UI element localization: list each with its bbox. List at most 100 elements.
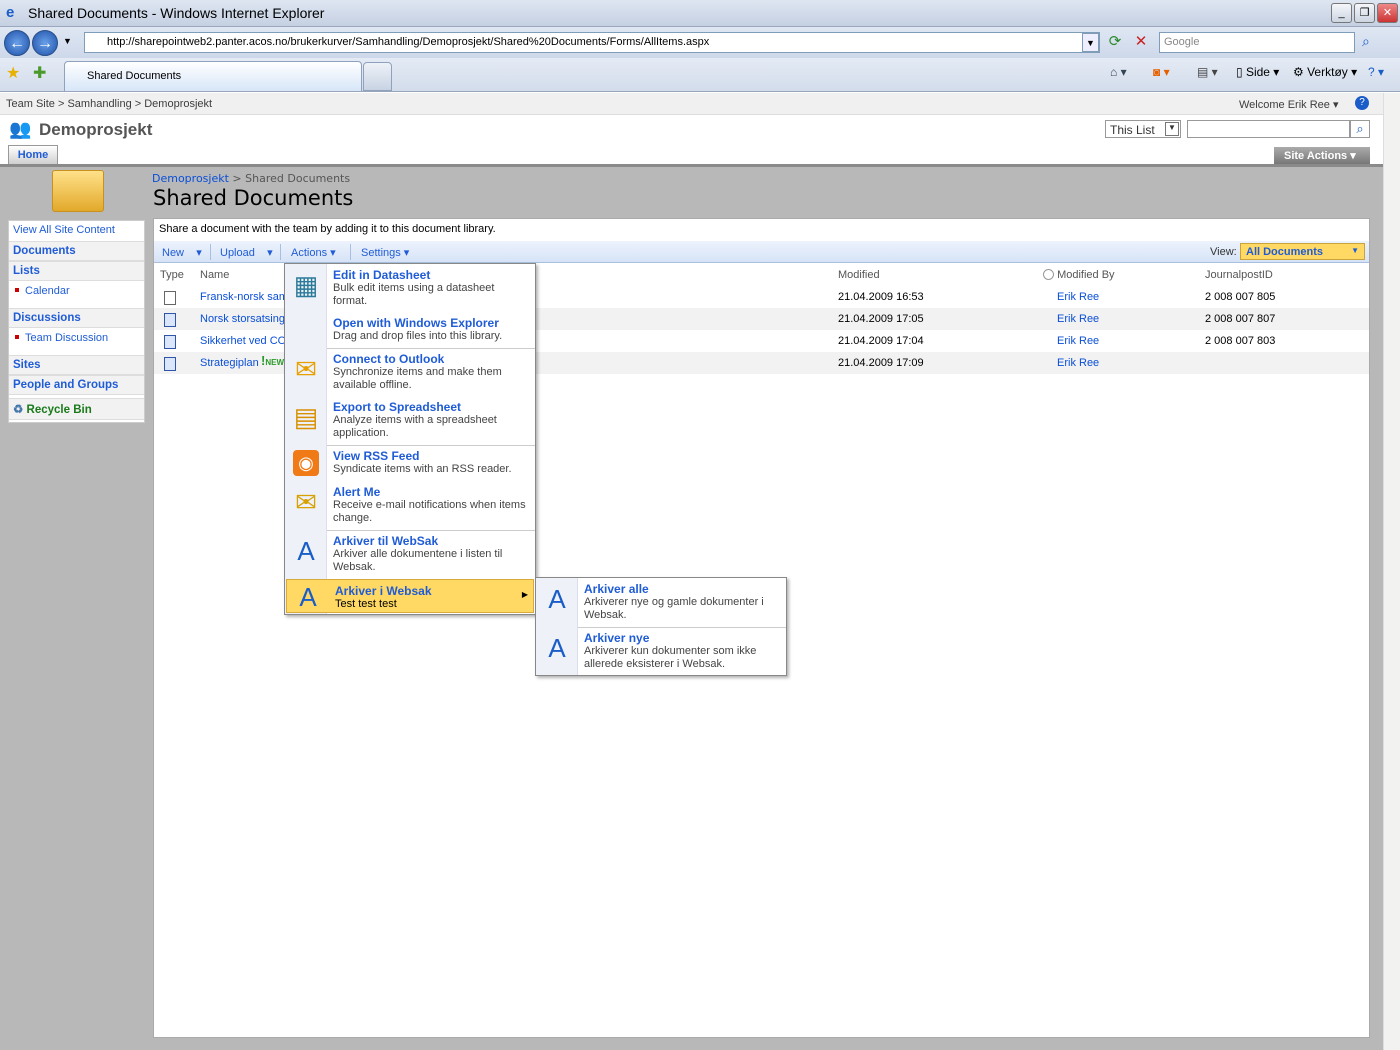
breadcrumb-samhandling[interactable]: Samhandling xyxy=(67,98,131,110)
websak-icon: A xyxy=(548,584,566,614)
ql-discussions[interactable]: Discussions xyxy=(9,308,144,328)
nav-tab-home[interactable]: Home xyxy=(8,145,58,165)
quick-launch: View All Site Content Documents Lists Ca… xyxy=(8,220,145,423)
page-breadcrumb: Demoprosjekt > Shared Documents xyxy=(152,172,351,185)
user-link[interactable]: Erik Ree xyxy=(1057,357,1099,369)
word-document-icon xyxy=(164,357,176,371)
word-document-icon xyxy=(164,335,176,349)
title-bar: e Shared Documents - Windows Internet Ex… xyxy=(0,0,1400,27)
search-icon[interactable]: ⌕ xyxy=(1362,33,1370,50)
user-link[interactable]: Erik Ree xyxy=(1057,313,1099,325)
modified-value: 21.04.2009 17:04 xyxy=(838,335,924,347)
journalpost-value: 2 008 007 807 xyxy=(1205,313,1276,325)
upload-menu[interactable]: Upload ▾ xyxy=(220,246,273,259)
document-link[interactable]: Strategiplan xyxy=(200,357,259,369)
journalpost-value: 2 008 007 803 xyxy=(1205,335,1276,347)
col-name[interactable]: Name xyxy=(200,269,229,281)
site-title: Demoprosjekt xyxy=(39,120,153,139)
ql-documents[interactable]: Documents xyxy=(9,241,144,261)
ql-team-discussion[interactable]: Team Discussion xyxy=(13,332,108,344)
add-favorite-icon[interactable]: ✚ xyxy=(33,63,46,83)
ie-icon: e xyxy=(6,4,15,21)
col-modified[interactable]: Modified xyxy=(838,269,880,281)
outlook-icon: ✉ xyxy=(295,354,317,384)
ql-people-and-groups[interactable]: People and Groups xyxy=(9,375,144,395)
ql-recycle-bin[interactable]: ♻ Recycle Bin xyxy=(9,398,144,420)
new-tab-button[interactable] xyxy=(363,62,392,91)
modified-value: 21.04.2009 17:09 xyxy=(838,357,924,369)
site-actions-button[interactable]: Site Actions ▾ xyxy=(1274,147,1370,164)
history-dropdown-icon[interactable]: ▼ xyxy=(63,36,72,46)
browser-tab[interactable]: Shared Documents xyxy=(64,61,362,91)
settings-menu[interactable]: Settings ▾ xyxy=(361,246,409,259)
rss-icon: ◉ xyxy=(293,450,319,476)
submenu-arrow-icon: ▶ xyxy=(521,590,528,599)
breadcrumb-demoprosjekt: Demoprosjekt xyxy=(144,98,213,110)
websak-icon: A xyxy=(299,582,317,612)
refresh-icon[interactable]: ⟳ xyxy=(1104,32,1126,53)
print-icon[interactable]: ▤ ▾ xyxy=(1197,65,1218,79)
rss-feed-icon[interactable]: ◙ ▾ xyxy=(1153,65,1170,79)
global-breadcrumb: Team Site > Samhandling > Demoprosjekt xyxy=(6,98,213,110)
search-input[interactable]: Google xyxy=(1159,32,1355,53)
site-search-button[interactable]: ⌕ xyxy=(1350,120,1370,138)
favorites-star-icon[interactable]: ★ xyxy=(6,63,20,83)
breadcrumb-demoprosjekt-link[interactable]: Demoprosjekt xyxy=(152,172,229,185)
welcome-menu[interactable]: Welcome Erik Ree ▾ xyxy=(1239,98,1338,111)
menu-edit-in-datasheet[interactable]: ▦ Edit in Datasheet Bulk edit items using … xyxy=(285,264,535,312)
back-button[interactable]: ← xyxy=(4,30,30,56)
document-link[interactable]: Fransk-norsk sam xyxy=(200,291,288,303)
menu-arkiver-alle[interactable]: A Arkiver alle Arkiverer nye og gamle doku… xyxy=(536,578,786,627)
restore-button[interactable]: ❐ xyxy=(1354,3,1375,23)
menu-alert-me[interactable]: ✉ Alert Me Receive e-mail notifications wh… xyxy=(285,481,535,530)
modified-value: 21.04.2009 16:53 xyxy=(838,291,924,303)
word-document-icon xyxy=(164,313,176,327)
datasheet-icon: ▦ xyxy=(293,270,319,300)
websak-submenu: A Arkiver alle Arkiverer nye og gamle doku… xyxy=(535,577,787,676)
home-icon[interactable]: ⌂ ▾ xyxy=(1110,65,1127,79)
col-type[interactable]: Type xyxy=(160,269,184,281)
document-link[interactable]: Norsk storsatsing xyxy=(200,313,285,325)
view-selector[interactable]: All Documents ▼ xyxy=(1240,243,1365,260)
user-link[interactable]: Erik Ree xyxy=(1057,291,1099,303)
minimize-button[interactable]: _ xyxy=(1331,3,1352,23)
page-description: Share a document with the team by adding… xyxy=(159,223,496,235)
stop-icon[interactable]: ✕ xyxy=(1130,32,1152,53)
menu-open-with-explorer[interactable]: Open with Windows Explorer Drag and drop … xyxy=(285,312,535,348)
close-button[interactable]: ✕ xyxy=(1377,3,1398,23)
help-icon[interactable]: ? xyxy=(1355,96,1369,110)
ql-sites[interactable]: Sites xyxy=(9,355,144,375)
spreadsheet-icon: ▤ xyxy=(293,402,319,432)
address-dropdown[interactable]: ▼ xyxy=(1082,33,1099,52)
breadcrumb-team-site[interactable]: Team Site xyxy=(6,98,55,110)
user-link[interactable]: Erik Ree xyxy=(1057,335,1099,347)
menu-connect-to-outlook[interactable]: ✉ Connect to Outlook Synchronize items and… xyxy=(285,348,535,396)
menu-view-rss-feed[interactable]: ◉ View RSS Feed Syndicate items with an RS… xyxy=(285,445,535,481)
address-input[interactable]: http://sharepointweb2.panter.acos.no/bru… xyxy=(84,32,1100,53)
site-search-input[interactable] xyxy=(1187,120,1350,138)
page-menu[interactable]: ▯ Side ▾ xyxy=(1236,65,1279,79)
window-title: Shared Documents - Windows Internet Expl… xyxy=(28,5,325,21)
sharepoint-top-bar: Team Site > Samhandling > Demoprosjekt W… xyxy=(0,93,1383,115)
ql-calendar[interactable]: Calendar xyxy=(13,285,70,297)
forward-button[interactable]: → xyxy=(32,30,58,56)
help-icon[interactable]: ? ▾ xyxy=(1368,65,1384,79)
actions-menu[interactable]: Actions ▾ xyxy=(291,246,336,259)
new-menu[interactable]: New ▾ xyxy=(162,246,202,259)
websak-icon: A xyxy=(548,633,566,663)
menu-arkiver-nye[interactable]: A Arkiver nye Arkiverer kun dokumenter som… xyxy=(536,627,786,676)
menu-arkiver-i-websak[interactable]: A Arkiver i Websak Test test test ▶ xyxy=(286,579,534,613)
col-modified-by[interactable]: Modified By xyxy=(1043,269,1115,281)
vertical-scrollbar[interactable] xyxy=(1383,93,1400,1050)
site-logo-icon: 👥 xyxy=(9,119,32,139)
ql-lists[interactable]: Lists xyxy=(9,261,144,281)
menu-arkiver-til-websak[interactable]: A Arkiver til WebSak Arkiver alle dokument… xyxy=(285,530,535,578)
list-toolbar: New ▾ Upload ▾ Actions ▾ Settings ▾ View… xyxy=(154,241,1369,263)
new-badge: ! NEW xyxy=(261,353,285,368)
tools-menu[interactable]: ⚙ Verktøy ▾ xyxy=(1293,65,1357,79)
search-scope-select[interactable]: This List ▼ xyxy=(1105,120,1181,138)
menu-export-to-spreadsheet[interactable]: ▤ Export to Spreadsheet Analyze items with… xyxy=(285,396,535,445)
view-all-site-content-link[interactable]: View All Site Content xyxy=(13,224,115,236)
document-link[interactable]: Sikkerhet ved CO xyxy=(200,335,286,347)
col-journalpostid[interactable]: JournalpostID xyxy=(1205,269,1273,281)
